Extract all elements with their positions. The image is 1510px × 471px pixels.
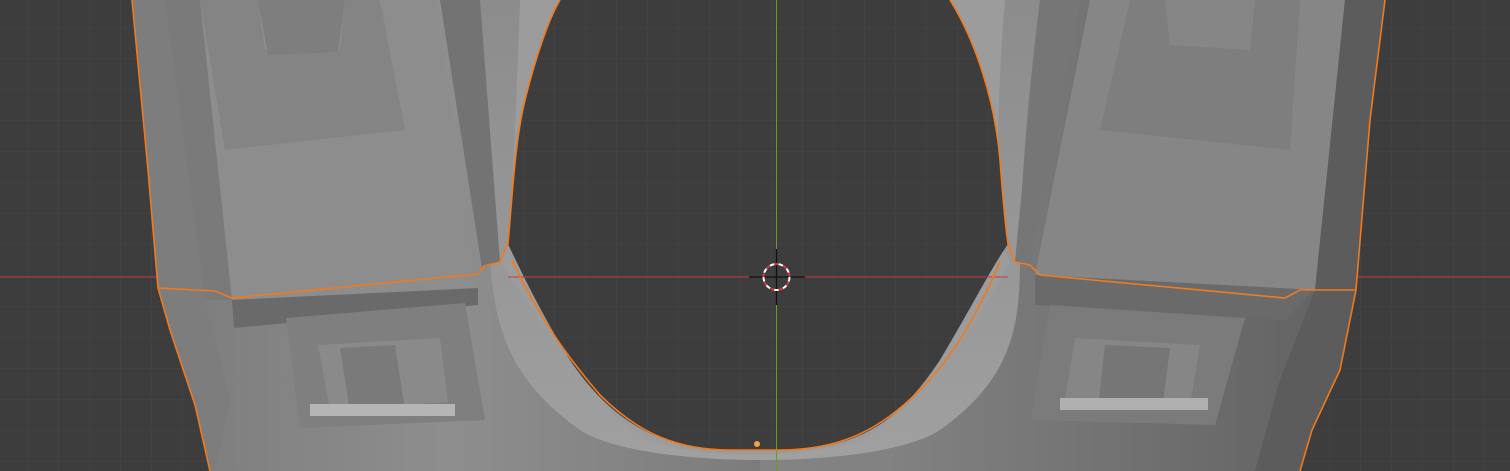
viewport-canvas[interactable] bbox=[0, 0, 1510, 471]
selected-mesh-object[interactable] bbox=[132, 0, 1385, 471]
object-origin-icon[interactable] bbox=[754, 441, 760, 447]
3d-viewport[interactable] bbox=[0, 0, 1510, 471]
